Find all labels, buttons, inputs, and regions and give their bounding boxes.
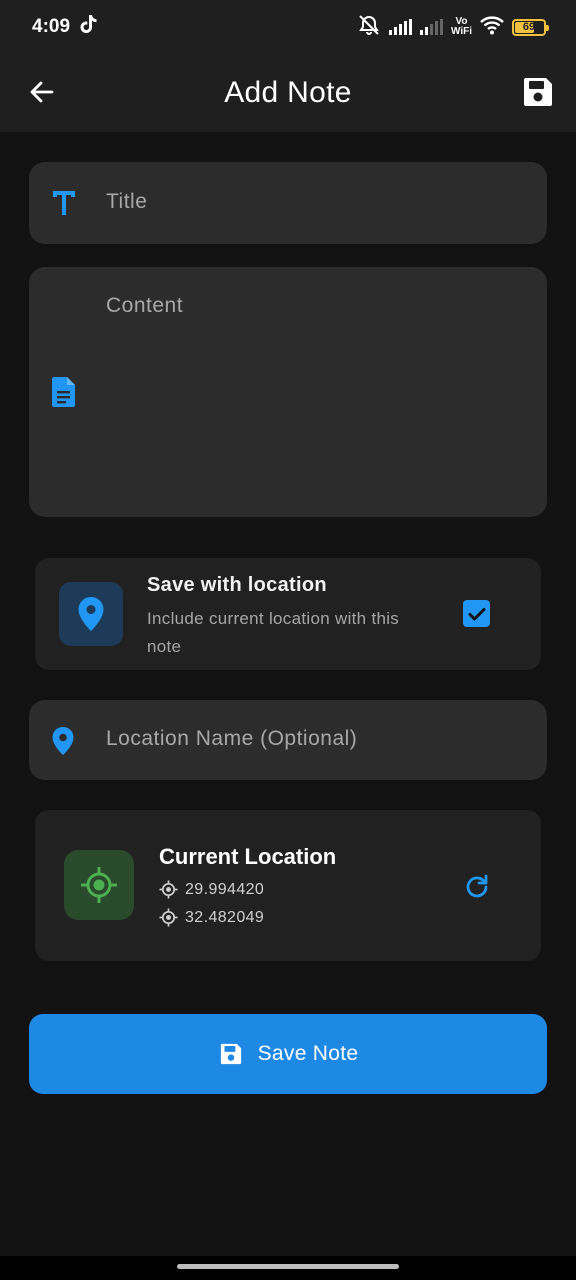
title-placeholder: Title [106,190,148,213]
save-note-label: Save Note [257,1042,359,1065]
current-location-card: Current Location 29.994420 32.482049 [35,810,541,961]
signal-icon-sim1 [388,19,412,35]
mute-icon [357,14,381,41]
vowifi-label: Vo WiFi [450,16,472,37]
battery-level: 69 [522,21,536,33]
status-right: Vo WiFi 69 [357,14,549,41]
crosshair-icon [159,908,178,927]
longitude-value: 32.482049 [185,908,265,926]
app-bar: Add Note [0,54,576,132]
location-badge [59,582,123,646]
content-placeholder: Content [106,294,184,317]
refresh-location-button[interactable] [462,872,492,902]
save-toolbar-button[interactable] [520,74,556,110]
status-bar: 4:09 Vo WiFi 69 [0,0,576,54]
save-with-location-checkbox[interactable] [463,600,490,627]
refresh-icon [466,874,488,898]
location-name-placeholder: Location Name (Optional) [106,727,358,750]
latitude-row: 29.994420 [159,880,264,899]
page-title: Add Note [224,76,352,109]
save-note-button[interactable]: Save Note [29,1014,547,1094]
longitude-row: 32.482049 [159,908,264,927]
location-pin-icon [51,726,75,761]
home-gesture-handle[interactable] [177,1264,399,1269]
current-location-title: Current Location [159,844,337,869]
gps-badge [64,850,134,920]
location-name-input[interactable]: Location Name (Optional) [29,700,547,780]
crosshair-icon [159,880,178,899]
wifi-icon [480,15,504,40]
add-note-screen: 4:09 Vo WiFi 69 Add Note Title Content S… [0,0,576,1280]
status-time: 4:09 [32,16,71,37]
document-icon [51,376,77,413]
battery-icon: 69 [512,18,549,36]
latitude-value: 29.994420 [185,880,265,898]
content-input[interactable]: Content [29,267,547,517]
save-with-location-title: Save with location [147,574,327,596]
arrow-left-icon [30,81,54,103]
tiktok-icon [80,14,98,40]
save-with-location-card[interactable]: Save with location Include current locat… [35,558,541,670]
system-nav-bar [0,1256,576,1280]
floppy-disk-icon [220,1043,241,1065]
floppy-disk-icon [524,78,552,106]
save-with-location-description: Include current location with this note [147,609,400,656]
title-t-icon [51,189,77,222]
map-pin-icon [78,597,104,631]
gps-crosshair-icon [81,867,117,903]
title-input[interactable]: Title [29,162,547,244]
checkmark-icon [468,607,485,620]
signal-icon-sim2 [419,19,443,35]
status-left: 4:09 [32,14,98,40]
back-button[interactable] [26,76,58,108]
